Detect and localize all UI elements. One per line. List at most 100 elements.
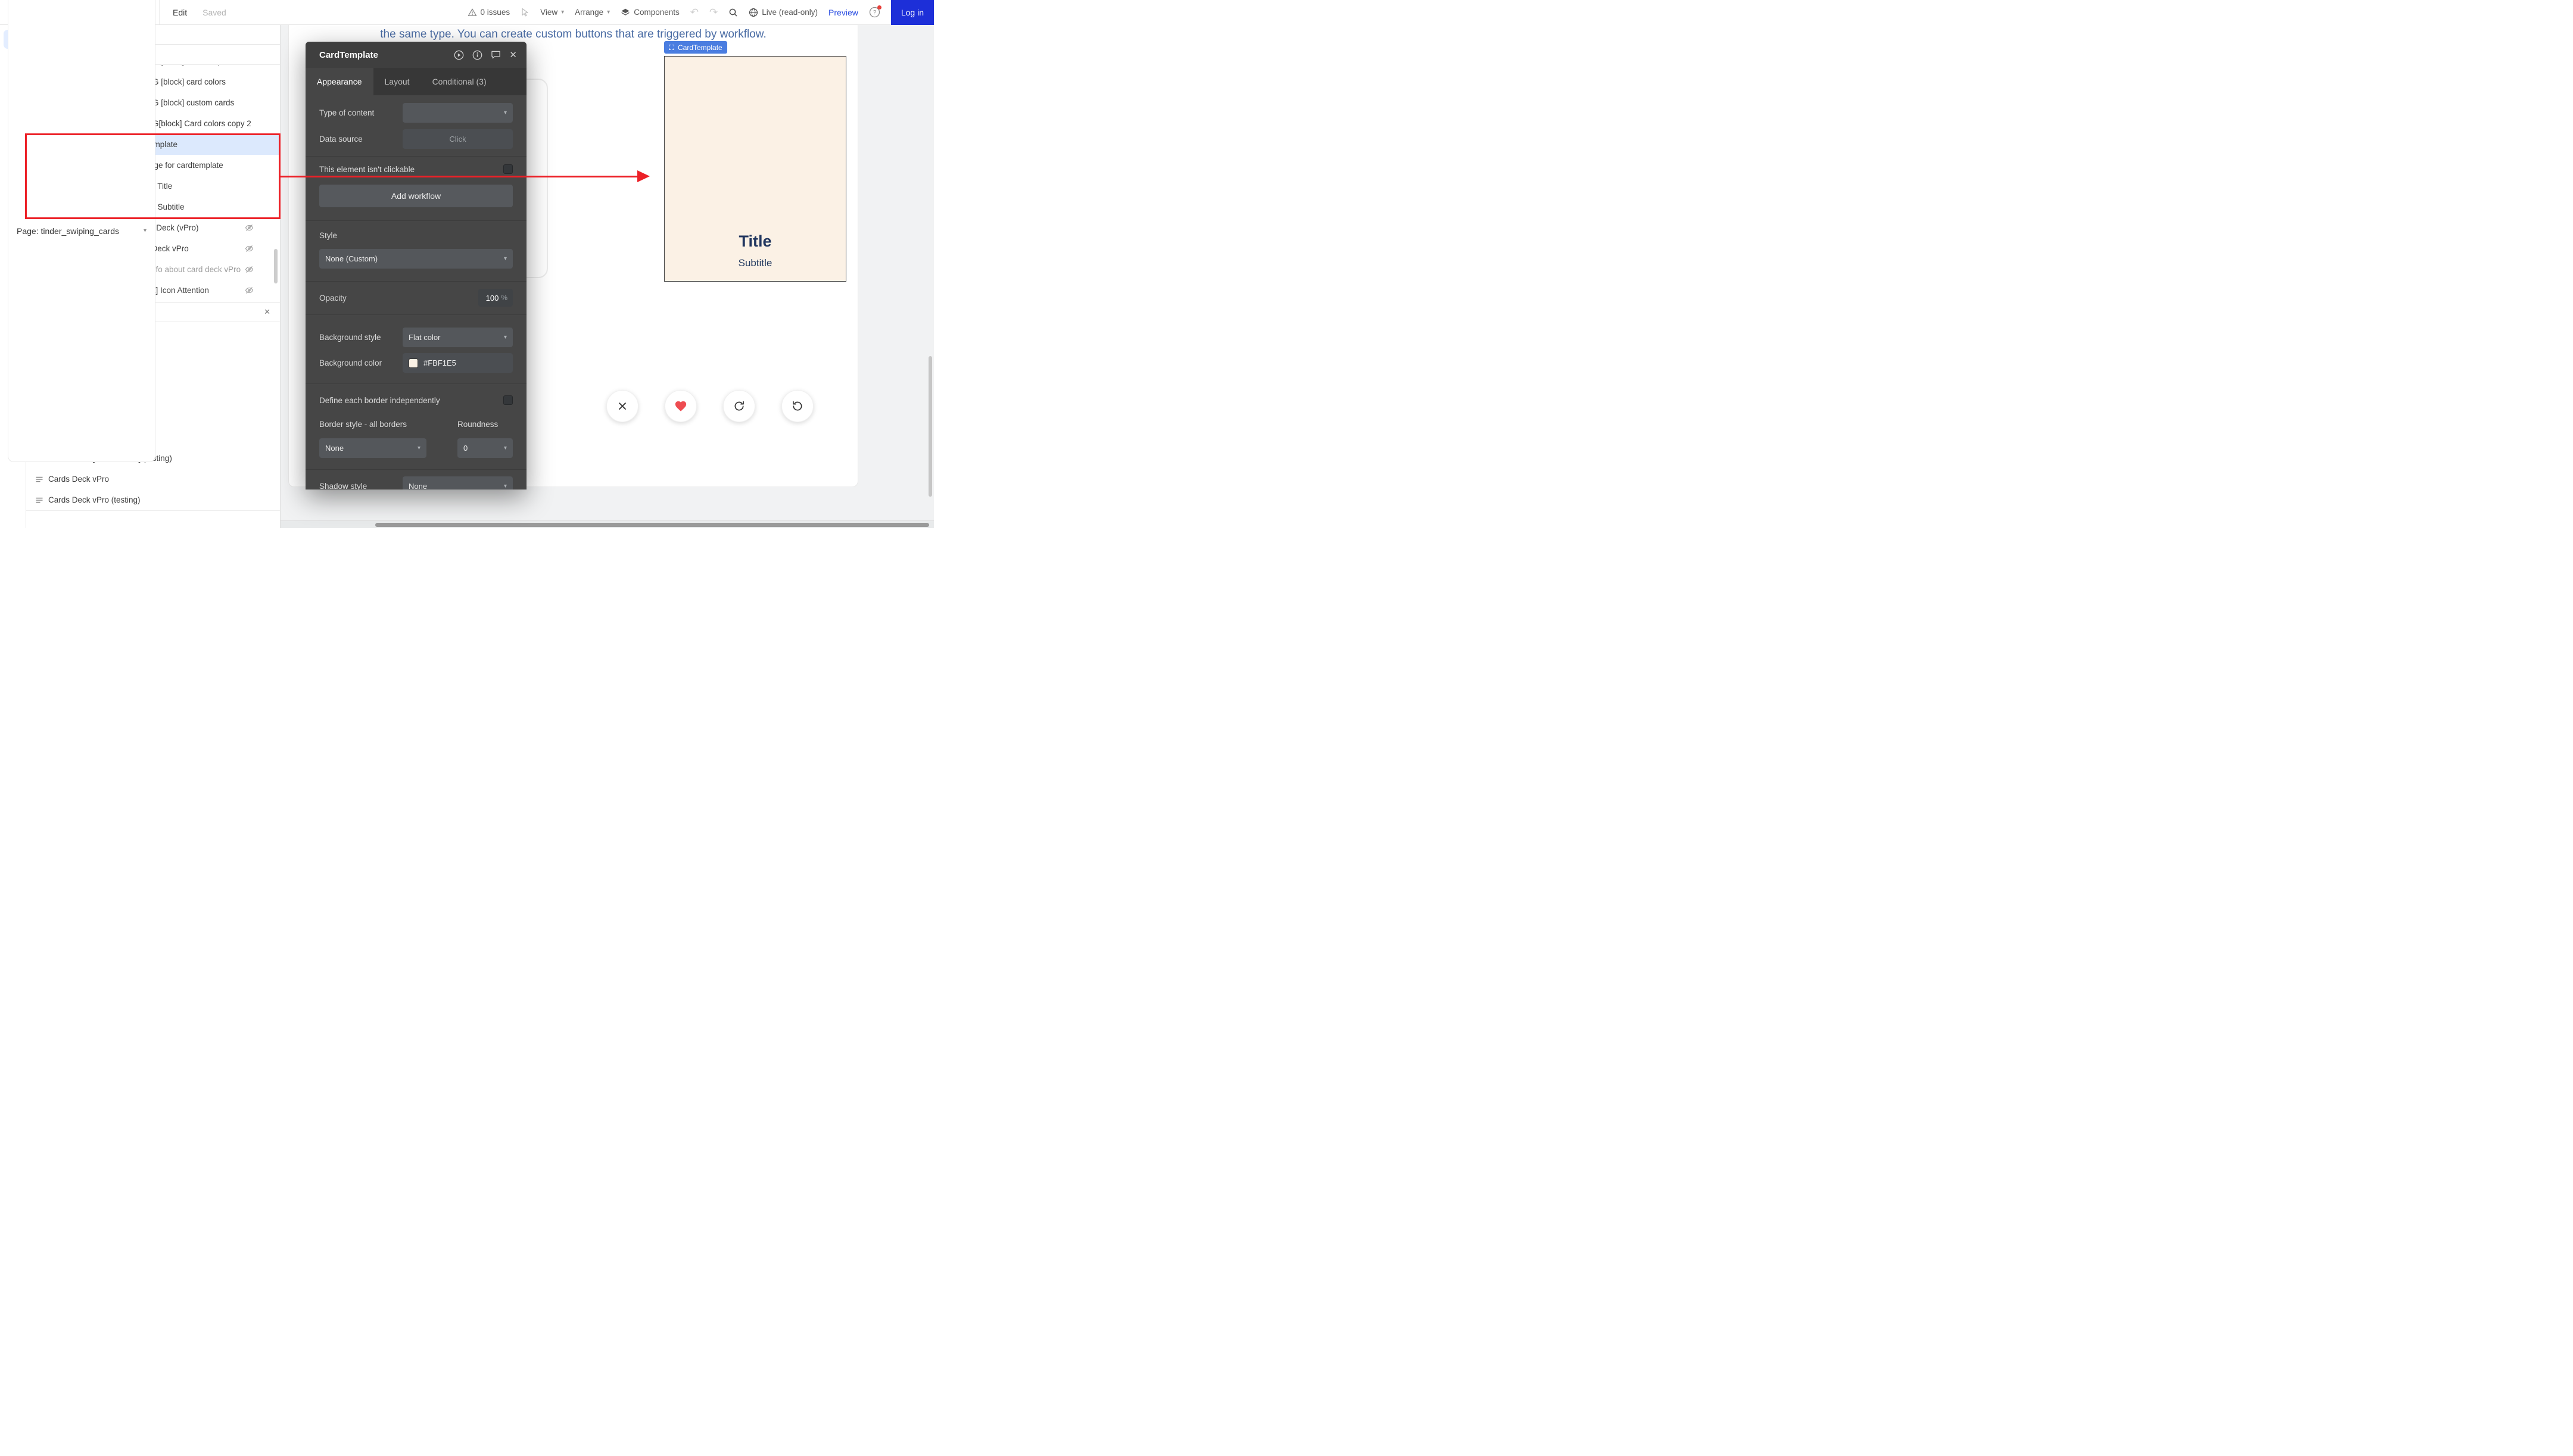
heart-icon [674,400,687,413]
close-icon[interactable]: ✕ [509,49,517,60]
saved-status: Saved [203,8,226,17]
property-editor-title: CardTemplate [319,50,378,60]
property-editor: CardTemplate ✕ Appearance Layout Conditi… [306,42,527,490]
eye-hidden-icon[interactable] [245,245,254,252]
live-version-selector[interactable]: Live (read-only) [749,8,818,17]
list-item-label: Cards Deck vPro [48,475,109,484]
cardtemplate-element[interactable]: Title Subtitle [664,56,846,282]
background-color-row: Background color #FBF1E5 [319,353,513,373]
divider [306,469,527,470]
tab-conditional[interactable]: Conditional (3) [421,68,498,95]
clickable-row: This element isn't clickable [319,164,513,174]
redo-icon[interactable]: ↷ [709,7,718,18]
rotate-left-icon [792,400,803,412]
undo-swipe-button[interactable] [781,390,814,422]
opacity-label: Opacity [319,294,478,303]
type-of-content-row: Type of content ▾ [319,103,513,123]
tab-layout[interactable]: Layout [373,68,421,95]
data-source-field[interactable]: Click [403,129,513,149]
tree-item-label: G [block] card colors [152,77,226,86]
search-icon[interactable] [728,8,738,17]
issues-indicator[interactable]: 0 issues [468,8,510,17]
eye-hidden-icon[interactable] [245,286,254,294]
view-menu[interactable]: View ▾ [540,8,564,17]
property-editor-header[interactable]: CardTemplate ✕ [306,42,527,68]
canvas-horizontal-scrollbar-track[interactable] [281,520,934,528]
preview-link[interactable]: Preview [828,8,858,17]
arrange-label: Arrange [575,8,603,17]
cards-deck-icon [35,497,43,504]
border-independent-label: Define each border independently [319,396,503,405]
chevron-down-icon: ▾ [418,445,420,451]
refresh-button[interactable] [723,390,755,422]
run-workflow-icon[interactable] [454,50,464,60]
components-button[interactable]: Components [621,8,680,17]
top-bar-right: 0 issues View ▾ Arrange ▾ Components ↶ ↷ [468,0,934,24]
cursor-tool-icon[interactable] [521,8,529,17]
roundness-label: Roundness [457,420,498,429]
globe-icon [749,8,758,17]
background-color-input[interactable]: #FBF1E5 [403,353,513,373]
divider [306,220,527,221]
top-bar: b Page: tinder_swiping_cards ▾ CardTempl… [0,0,934,25]
canvas-instruction-text: the same type. You can create custom but… [301,28,846,41]
list-item[interactable]: Cards Deck vPro (testing) [26,490,280,510]
selection-chip-label: CardTemplate [678,43,722,52]
arrange-menu[interactable]: Arrange ▾ [575,8,610,17]
undo-icon[interactable]: ↶ [690,7,699,18]
type-of-content-label: Type of content [319,108,403,117]
style-label-row: Style [319,231,513,240]
tree-item-label: G[block] Card colors copy 2 [152,119,251,128]
border-controls-row: None ▾ 0 ▾ [319,438,513,458]
tree-item-label: G [block] custom cards [152,98,234,107]
list-item-label: Cards Deck vPro (testing) [48,495,141,504]
panel-scrollbar[interactable] [274,249,278,283]
login-button[interactable]: Log in [891,0,934,25]
border-independent-row: Define each border independently [319,395,513,405]
clickable-checkbox[interactable] [503,164,513,174]
info-icon[interactable] [472,50,482,60]
page-selector[interactable]: Page: tinder_swiping_cards ▾ [8,0,155,462]
comment-icon[interactable] [491,50,501,60]
canvas-vertical-scrollbar[interactable] [929,356,932,497]
divider [306,314,527,315]
color-swatch[interactable] [409,358,418,368]
view-label: View [540,8,557,17]
eye-hidden-icon[interactable] [245,224,254,232]
border-style-label: Border style - all borders [319,420,407,429]
opacity-row: Opacity 100 % [319,289,513,307]
chevron-down-icon: ▾ [607,9,610,15]
edit-menu[interactable]: Edit [173,8,187,17]
clear-filter-icon[interactable]: ✕ [264,307,270,317]
data-source-row: Data source Click [319,129,513,149]
eye-hidden-icon[interactable] [245,266,254,273]
background-style-dropdown[interactable]: Flat color ▾ [403,328,513,347]
components-icon [621,8,630,17]
background-style-label: Background style [319,333,403,342]
refresh-icon [733,400,745,412]
border-style-value: None [325,444,344,453]
opacity-unit: % [501,294,507,302]
like-button[interactable] [665,390,697,422]
opacity-input[interactable]: 100 % [478,289,513,307]
notification-dot [877,5,881,10]
page-selector-label: Page: tinder_swiping_cards [17,226,119,236]
opacity-value: 100 [486,294,499,303]
shadow-style-dropdown[interactable]: None ▾ [403,476,513,490]
style-dropdown[interactable]: None (Custom) ▾ [319,249,513,269]
type-of-content-dropdown[interactable]: ▾ [403,103,513,123]
border-style-dropdown[interactable]: None ▾ [319,438,426,458]
border-independent-checkbox[interactable] [503,395,513,405]
divider [306,156,527,157]
help-button[interactable]: ? [869,7,880,18]
card-title-text: Title [739,232,771,251]
property-editor-body: Type of content ▾ Data source Click This… [306,95,527,490]
canvas-horizontal-scrollbar-thumb[interactable] [375,523,929,527]
dismiss-button[interactable] [606,390,638,422]
issues-label: 0 issues [481,8,510,17]
roundness-dropdown[interactable]: 0 ▾ [457,438,513,458]
tab-appearance[interactable]: Appearance [306,68,373,95]
add-workflow-button[interactable]: Add workflow [319,185,513,207]
list-item[interactable]: Cards Deck vPro [26,469,280,490]
live-label: Live (read-only) [762,8,818,17]
